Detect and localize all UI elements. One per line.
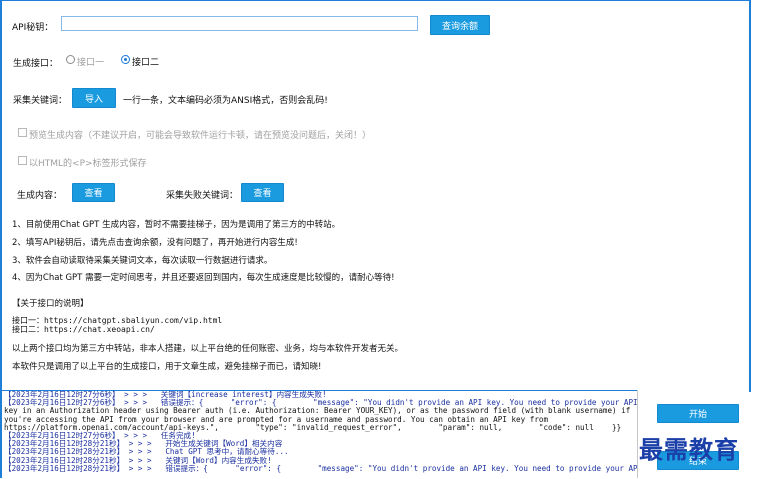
about-desc-1: 以上两个接口均为第三方中转站，非本人搭建，以上平台绝的任何账密、业务，均与本软件…	[12, 344, 404, 354]
keywords-hint: 一行一条，文本编码必须为ANSI格式，否则会乱码!	[123, 96, 328, 106]
start-button[interactable]: 开始	[657, 404, 739, 423]
import-button[interactable]: 导入	[72, 88, 116, 108]
about-title: 【关于接口的说明】	[12, 299, 89, 309]
interface-label: 生成接口：	[13, 59, 59, 69]
preview-checkbox[interactable]	[18, 128, 27, 137]
generated-content-label: 生成内容：	[17, 191, 63, 201]
api-key-input[interactable]	[61, 16, 418, 31]
api-key-label: API秘钥：	[12, 23, 54, 33]
log-scrollbar[interactable]	[637, 390, 638, 478]
html-checkbox-label[interactable]: 以HTML的<P>标签形式保存	[29, 156, 147, 169]
keywords-label: 采集关键词：	[13, 96, 68, 106]
note-1: 1、目前使用Chat GPT 生成内容，暂时不需要挂梯子，因为是调用了第三方的中…	[12, 220, 341, 230]
interface-2-label[interactable]: 接口二	[132, 55, 159, 68]
log-output[interactable]: 【2023年2月16日12时27分6秒】 > > > 关键词【increase …	[2, 390, 637, 479]
note-2: 2、填写API秘钥后，请先点击查询余额，没有问题了，再开始进行内容生成!	[12, 238, 298, 248]
query-balance-button[interactable]: 查询余额	[430, 15, 490, 35]
interface-1-radio[interactable]	[66, 55, 75, 64]
view-generated-button[interactable]: 查看	[72, 183, 115, 202]
view-failed-button[interactable]: 查看	[241, 183, 284, 202]
interface-2-radio[interactable]	[121, 55, 130, 64]
interface-2-url: 接口二：https://chat.xeoapi.cn/	[12, 325, 155, 334]
note-4: 4、因为Chat GPT 需要一定时间思考，并且还要返回到国内，每次生成速度是比…	[12, 273, 395, 283]
preview-checkbox-label[interactable]: 预览生成内容（不建议开启，可能会导致软件运行卡顿，请在预览没问题后，关闭！）	[29, 128, 371, 141]
window-top-border	[0, 0, 751, 1]
html-checkbox[interactable]	[18, 156, 27, 165]
failed-keywords-label: 采集失败关键词：	[166, 191, 239, 201]
interface-1-label[interactable]: 接口一	[77, 55, 104, 68]
window-right-border	[749, 0, 751, 392]
about-desc-2: 本软件只是调用了以上平台的生成接口，用于文章生成，避免挂梯子而已，请知晓!	[12, 362, 322, 372]
note-3: 3、软件会自动读取待采集关键词文本，每次读取一行数据进行请求。	[12, 256, 273, 266]
log-line: 【2023年2月16日12时28分21秒】 > > > 错误提示：{ "erro…	[4, 463, 637, 473]
watermark-logo: 最需教育	[639, 435, 739, 464]
